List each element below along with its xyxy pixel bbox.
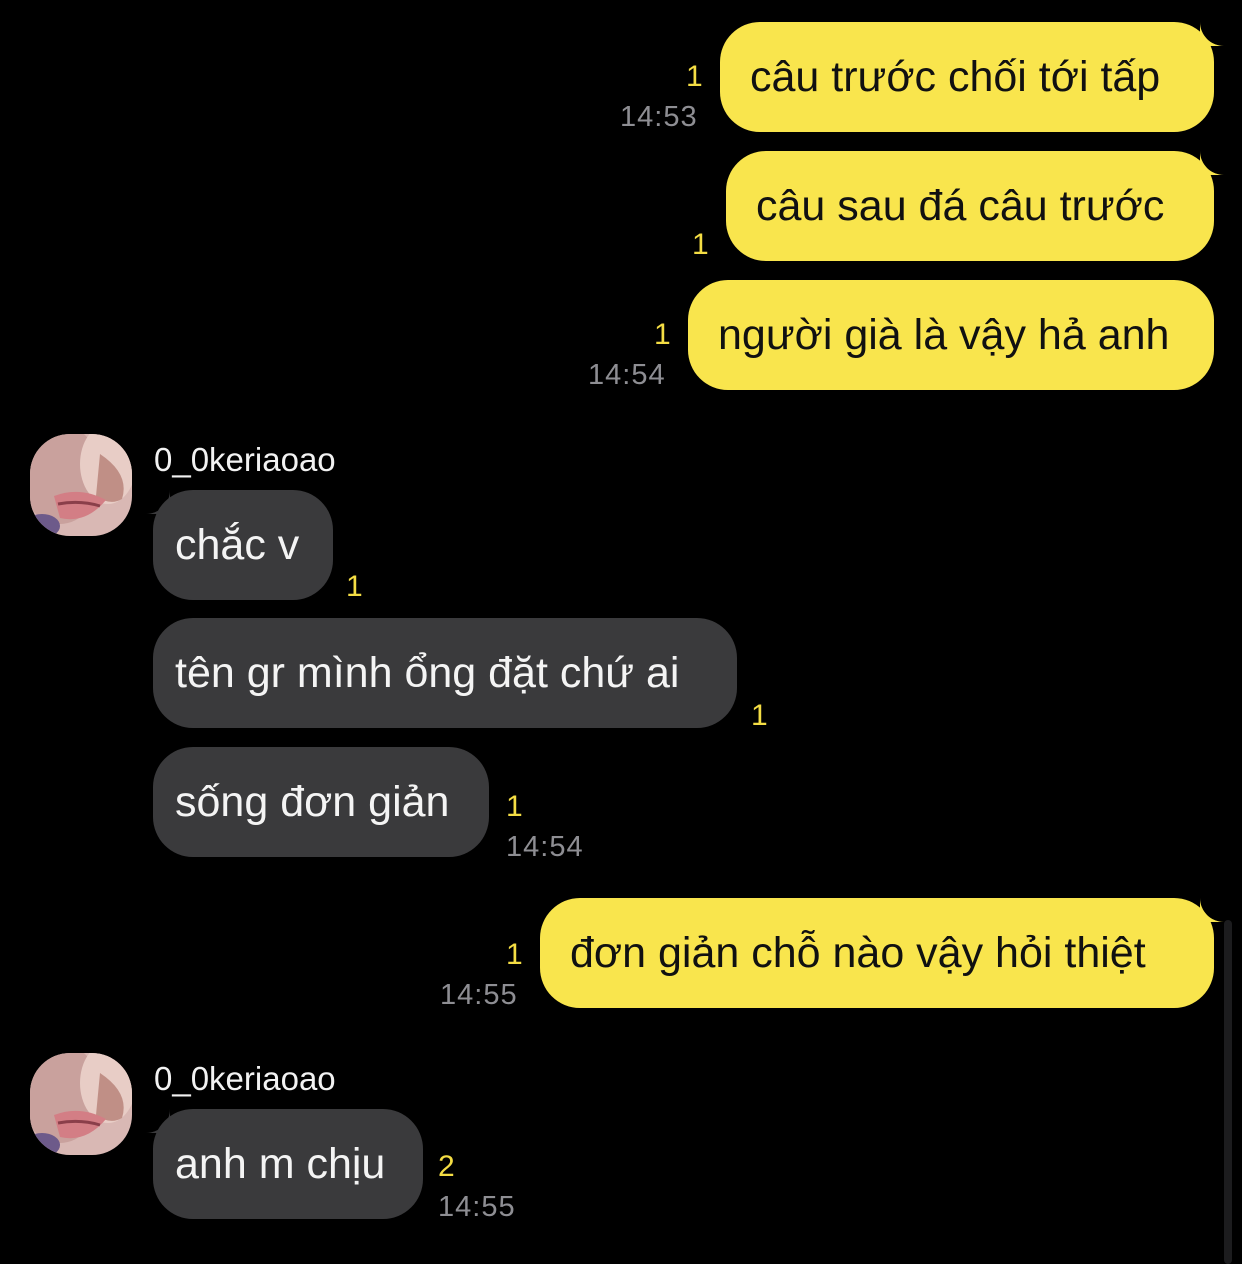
unread-count: 1 xyxy=(506,938,523,971)
message-time: 14:55 xyxy=(440,979,518,1011)
unread-count: 2 xyxy=(438,1150,455,1183)
unread-count: 1 xyxy=(506,790,523,823)
message-text[interactable]: câu sau đá câu trước xyxy=(726,151,1214,261)
message-text[interactable]: sống đơn giản xyxy=(153,747,489,857)
message-text[interactable]: anh m chịu xyxy=(153,1109,423,1219)
scrollbar[interactable] xyxy=(1224,920,1232,1264)
message-time: 14:53 xyxy=(620,101,698,133)
message-time: 14:54 xyxy=(588,359,666,391)
user-avatar-icon xyxy=(30,1053,132,1155)
sender-name[interactable]: 0_0keriaoao xyxy=(154,1061,336,1097)
message-text[interactable]: đơn giản chỗ nào vậy hỏi thiệt xyxy=(540,898,1214,1008)
message-text[interactable]: người già là vậy hả anh xyxy=(688,280,1214,390)
unread-count: 1 xyxy=(686,60,703,93)
message-time: 14:55 xyxy=(438,1191,516,1223)
unread-count: 1 xyxy=(692,228,709,261)
message-text[interactable]: câu trước chối tới tấp xyxy=(720,22,1214,132)
unread-count: 1 xyxy=(346,570,363,603)
message-text[interactable]: chắc v xyxy=(153,490,333,600)
avatar[interactable] xyxy=(30,1053,132,1155)
sender-name[interactable]: 0_0keriaoao xyxy=(154,442,336,478)
message-text[interactable]: tên gr mình ổng đặt chứ ai xyxy=(153,618,737,728)
avatar[interactable] xyxy=(30,434,132,536)
user-avatar-icon xyxy=(30,434,132,536)
message-time: 14:54 xyxy=(506,831,584,863)
unread-count: 1 xyxy=(654,318,671,351)
unread-count: 1 xyxy=(751,699,768,732)
